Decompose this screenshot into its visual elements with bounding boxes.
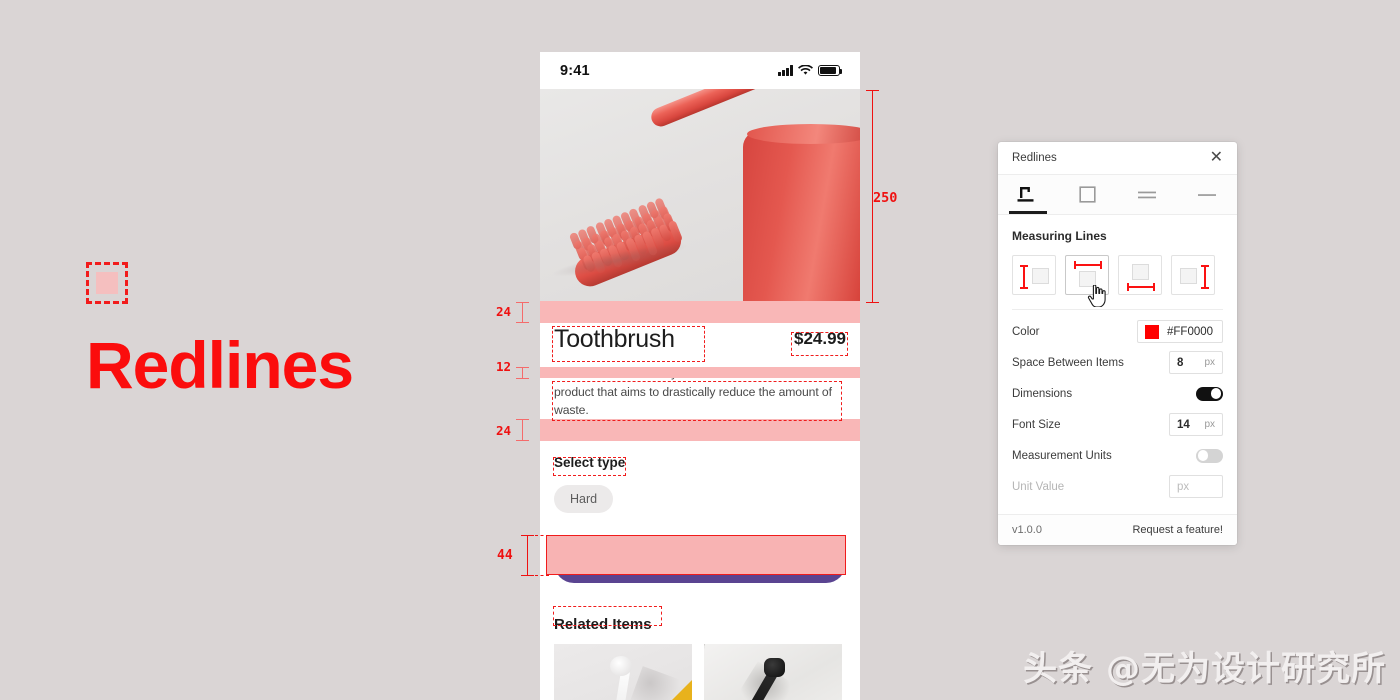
measure-cap xyxy=(516,419,529,420)
measure-bottom-icon[interactable] xyxy=(1118,255,1162,295)
product-hero-image xyxy=(540,89,860,302)
measure-cap xyxy=(516,302,529,303)
related-item-card[interactable] xyxy=(704,643,842,700)
battery-full-icon xyxy=(818,65,843,76)
measure-extension xyxy=(535,575,549,576)
tab-box[interactable] xyxy=(1058,175,1118,214)
measure-value-gap-below-desc: 24 xyxy=(496,423,512,438)
space-between-input[interactable]: 8 px xyxy=(1169,351,1223,374)
measuring-line-options xyxy=(1012,255,1223,310)
panel-fields: Color #FF0000 Space Between Items 8 px D… xyxy=(998,310,1237,514)
panel-title: Redlines xyxy=(1012,152,1057,164)
dashed-square-icon xyxy=(86,262,128,304)
measure-value-hero: 250 xyxy=(873,190,898,206)
field-measurement-units: Measurement Units xyxy=(1012,440,1223,471)
panel-header: Redlines ✕ xyxy=(998,142,1237,175)
measure-cap xyxy=(521,535,534,536)
measure-cap xyxy=(516,322,529,323)
measure-cap-bottom xyxy=(866,302,879,303)
measure-line-gap-below-desc xyxy=(522,419,523,440)
redline-box-description xyxy=(552,381,842,421)
status-time: 9:41 xyxy=(560,62,590,79)
field-font-size: Font Size 14 px xyxy=(1012,409,1223,440)
spacing-band-title-desc xyxy=(540,367,860,378)
logo-inner-square xyxy=(96,272,118,294)
measure-cap xyxy=(516,378,529,379)
measure-cap xyxy=(521,575,534,576)
color-picker[interactable]: #FF0000 xyxy=(1137,320,1223,343)
field-unit-value: Unit Value px xyxy=(1012,471,1223,502)
related-item-card[interactable] xyxy=(554,643,692,700)
measure-cap xyxy=(516,367,529,368)
field-label: Unit Value xyxy=(1012,480,1065,493)
measure-line-cart-height xyxy=(527,535,528,575)
page-title: Redlines xyxy=(86,328,354,402)
input-unit: px xyxy=(1204,419,1215,430)
dimensions-toggle[interactable] xyxy=(1196,386,1223,401)
watermark: 头条 @无为设计研究所 xyxy=(1023,649,1386,689)
measure-line-gap-title-desc xyxy=(522,367,523,378)
measure-top-icon[interactable] xyxy=(1065,255,1109,295)
redline-box-price xyxy=(791,332,848,356)
hero-brush-handle xyxy=(648,89,860,130)
spacing-band-above-title xyxy=(540,301,860,323)
redline-box-title xyxy=(552,326,705,362)
close-icon[interactable]: ✕ xyxy=(1210,150,1223,166)
field-label: Font Size xyxy=(1012,418,1061,431)
spacing-band-below-desc xyxy=(540,419,860,441)
color-swatch xyxy=(1145,324,1159,339)
redline-box-select-type xyxy=(553,457,626,476)
status-bar: 9:41 xyxy=(540,52,860,89)
status-icons xyxy=(778,65,843,76)
measure-extension xyxy=(535,535,549,536)
equals-lines-icon xyxy=(1138,191,1157,198)
input-value: 14 xyxy=(1177,418,1190,431)
field-dimensions: Dimensions xyxy=(1012,378,1223,409)
request-feature-link[interactable]: Request a feature! xyxy=(1132,524,1223,536)
measurement-units-toggle[interactable] xyxy=(1196,448,1223,463)
field-label: Measurement Units xyxy=(1012,449,1112,462)
tab-measuring-lines[interactable] xyxy=(998,175,1058,214)
field-color: Color #FF0000 xyxy=(1012,316,1223,347)
redlines-plugin-panel: Redlines ✕ Measuring Lines Color #FF0000… xyxy=(998,142,1237,545)
measure-cap-top xyxy=(866,90,879,91)
measure-right-icon[interactable] xyxy=(1171,255,1215,295)
field-space-between-items: Space Between Items 8 px xyxy=(1012,347,1223,378)
redline-box-cart xyxy=(546,535,846,575)
version-label: v1.0.0 xyxy=(1012,524,1042,536)
type-option-hard[interactable]: Hard xyxy=(554,484,614,513)
tab-double-line[interactable] xyxy=(1118,175,1178,214)
measure-value-gap-above-title: 24 xyxy=(496,304,512,319)
field-label: Dimensions xyxy=(1012,387,1073,400)
field-label: Color xyxy=(1012,325,1040,338)
input-unit: px xyxy=(1204,357,1215,368)
panel-footer: v1.0.0 Request a feature! xyxy=(998,514,1237,545)
section-title: Measuring Lines xyxy=(1012,229,1107,243)
measure-corner-icon xyxy=(1017,187,1034,202)
wifi-icon xyxy=(798,65,813,75)
measure-cap xyxy=(516,440,529,441)
tab-single-line[interactable] xyxy=(1177,175,1237,214)
hero-cup xyxy=(743,124,860,302)
measure-line-gap-above-title xyxy=(522,302,523,322)
square-outline-icon xyxy=(1079,186,1096,203)
measure-left-icon[interactable] xyxy=(1012,255,1056,295)
color-hex-value: #FF0000 xyxy=(1167,325,1214,338)
related-items-section: Related Items xyxy=(540,616,860,700)
measuring-lines-section: Measuring Lines xyxy=(998,215,1237,310)
measure-value-cart-height: 44 xyxy=(497,548,513,563)
measure-value-gap-title-desc: 12 xyxy=(496,359,512,374)
redline-box-related-heading xyxy=(553,606,662,626)
screenshot-canvas: Redlines 9:41 Toothbrush $24.99 product … xyxy=(0,0,1400,700)
input-placeholder: px xyxy=(1177,480,1190,493)
cellular-bars-icon xyxy=(778,65,793,76)
unit-value-input[interactable]: px xyxy=(1169,475,1223,498)
input-value: 8 xyxy=(1177,356,1184,369)
minus-line-icon xyxy=(1198,193,1217,196)
panel-tabs xyxy=(998,175,1237,215)
font-size-input[interactable]: 14 px xyxy=(1169,413,1223,436)
field-label: Space Between Items xyxy=(1012,356,1124,369)
